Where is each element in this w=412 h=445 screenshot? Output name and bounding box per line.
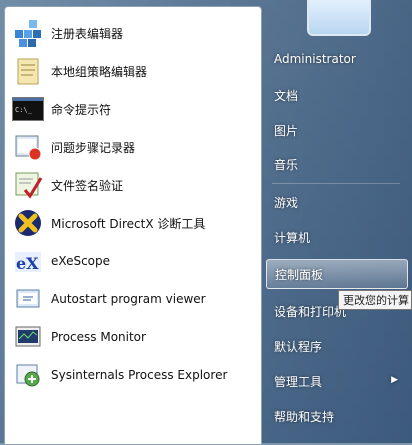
places-item-games[interactable]: 游戏 — [266, 187, 408, 217]
directx-icon — [11, 206, 45, 240]
program-item-label: Autostart program viewer — [51, 292, 206, 306]
user-picture[interactable] — [307, 0, 371, 36]
places-item-default-programs[interactable]: 默认程序 — [266, 331, 408, 361]
control-panel-tooltip: 更改您的计算 — [338, 290, 412, 310]
places-item-help-support[interactable]: 帮助和支持 — [266, 401, 408, 431]
start-menu: 注册表编辑器 本地组策略编辑器 C:\_ 命令提示符 问题步骤记录器 文件签名验… — [0, 0, 412, 445]
program-item-signature-verify[interactable]: 文件签名验证 — [11, 167, 255, 203]
program-item-label: Sysinternals Process Explorer — [51, 368, 228, 382]
places-item-user[interactable]: Administrator — [266, 44, 408, 74]
places-item-music[interactable]: 音乐 — [266, 149, 408, 179]
program-item-directx[interactable]: Microsoft DirectX 诊断工具 — [11, 205, 255, 241]
places-panel: Administrator 文档 图片 音乐 游戏 计算机 控制面板 设备和打印… — [262, 0, 412, 443]
program-item-label: 本地组策略编辑器 — [51, 64, 148, 79]
places-separator — [272, 183, 400, 184]
places-item-admin-tools[interactable]: 管理工具 ▶ — [266, 366, 408, 396]
command-prompt-icon: C:\_ — [11, 92, 45, 126]
steps-recorder-icon — [11, 130, 45, 164]
places-item-computer[interactable]: 计算机 — [266, 222, 408, 252]
program-item-label: 文件签名验证 — [51, 178, 124, 193]
signature-verify-icon — [11, 168, 45, 202]
submenu-arrow-icon: ▶ — [391, 375, 398, 385]
svg-text:eX: eX — [16, 254, 39, 273]
registry-editor-icon — [11, 16, 45, 50]
process-monitor-icon — [11, 320, 45, 354]
program-item-autostart-viewer[interactable]: Autostart program viewer — [11, 281, 255, 317]
program-item-label: Process Monitor — [51, 330, 146, 344]
programs-panel: 注册表编辑器 本地组策略编辑器 C:\_ 命令提示符 问题步骤记录器 文件签名验… — [4, 6, 262, 445]
program-item-label: eXeScope — [51, 254, 111, 268]
exescope-icon: eX — [11, 244, 45, 278]
process-explorer-icon — [11, 358, 45, 392]
places-item-documents[interactable]: 文档 — [266, 80, 408, 110]
program-item-process-explorer[interactable]: Sysinternals Process Explorer — [11, 357, 255, 393]
program-item-command-prompt[interactable]: C:\_ 命令提示符 — [11, 91, 255, 127]
program-item-process-monitor[interactable]: Process Monitor — [11, 319, 255, 355]
program-item-steps-recorder[interactable]: 问题步骤记录器 — [11, 129, 255, 165]
program-item-registry-editor[interactable]: 注册表编辑器 — [11, 15, 255, 51]
program-item-group-policy[interactable]: 本地组策略编辑器 — [11, 53, 255, 89]
svg-text:C:\_: C:\_ — [15, 106, 33, 114]
group-policy-icon — [11, 54, 45, 88]
places-item-pictures[interactable]: 图片 — [266, 115, 408, 145]
program-item-label: 问题步骤记录器 — [51, 140, 136, 155]
program-item-label: 注册表编辑器 — [51, 26, 124, 41]
autostart-icon — [11, 282, 45, 316]
program-item-exescope[interactable]: eX eXeScope — [11, 243, 255, 279]
places-item-control-panel[interactable]: 控制面板 — [266, 259, 408, 289]
program-item-label: 命令提示符 — [51, 102, 112, 117]
program-item-label: Microsoft DirectX 诊断工具 — [51, 216, 206, 231]
